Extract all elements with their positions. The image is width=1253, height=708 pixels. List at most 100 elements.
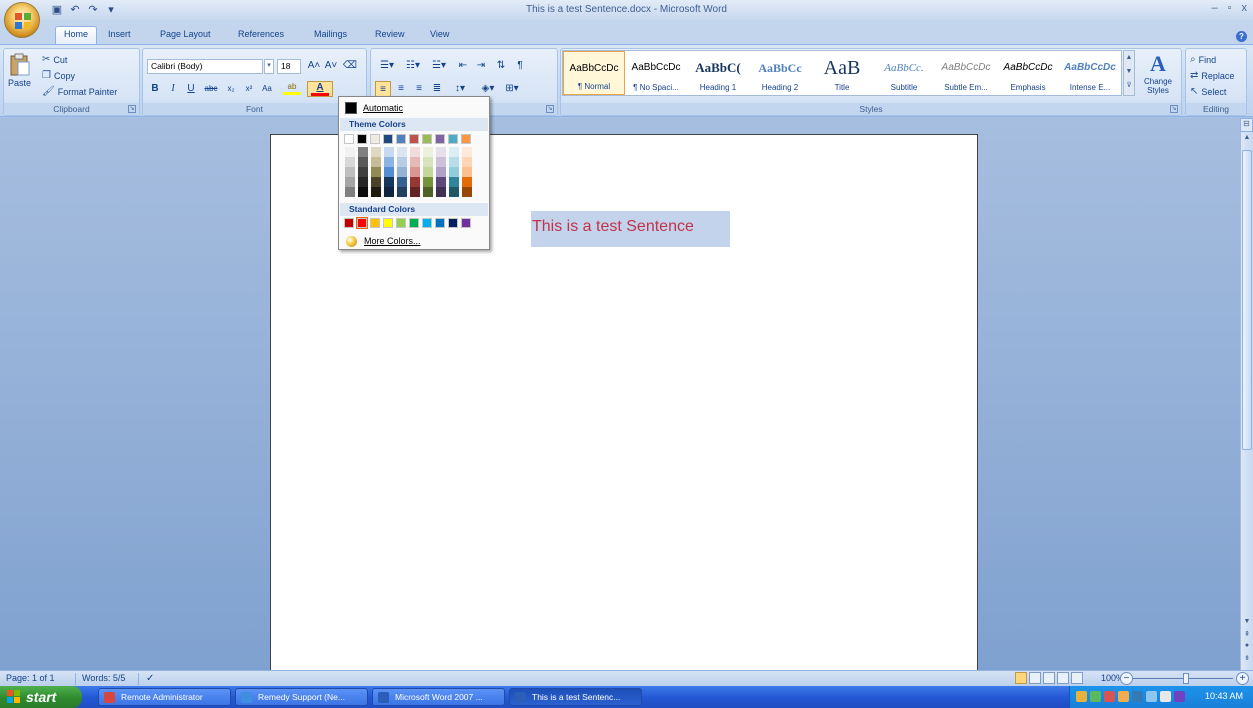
color-swatch[interactable]	[462, 147, 472, 157]
zoom-in-icon[interactable]: +	[1236, 672, 1249, 685]
color-swatch[interactable]	[396, 134, 406, 144]
bold-icon[interactable]: B	[147, 81, 163, 97]
shading-icon[interactable]: ◈▾	[477, 81, 499, 97]
styles-gallery-scroll[interactable]: ▲ ▼ ⊽	[1123, 50, 1135, 96]
task-microsoft-word[interactable]: Microsoft Word 2007 ...	[372, 688, 505, 706]
style-heading-2[interactable]: AaBbCc Heading 2	[749, 51, 811, 95]
color-swatch[interactable]	[345, 187, 355, 197]
color-swatch[interactable]	[436, 157, 446, 167]
color-swatch[interactable]	[462, 177, 472, 187]
color-swatch[interactable]	[449, 167, 459, 177]
tab-page-layout[interactable]: Page Layout	[152, 27, 219, 45]
color-swatch[interactable]	[397, 177, 407, 187]
start-button[interactable]: start	[0, 686, 82, 708]
align-right-icon[interactable]: ≡	[411, 81, 427, 97]
strikethrough-icon[interactable]: abc	[203, 81, 219, 97]
style-intense-emphasis[interactable]: AaBbCcDc Intense E...	[1059, 51, 1121, 95]
select-button[interactable]: ↖ Select	[1190, 87, 1226, 98]
increase-indent-icon[interactable]: ⇥	[473, 58, 489, 74]
color-swatch[interactable]	[345, 147, 355, 157]
color-swatch[interactable]	[409, 218, 419, 228]
office-button[interactable]	[4, 2, 40, 38]
style-subtle-emphasis[interactable]: AaBbCcDc Subtle Em...	[935, 51, 997, 95]
color-swatch[interactable]	[409, 134, 419, 144]
color-swatch[interactable]	[383, 218, 393, 228]
color-swatch[interactable]	[448, 218, 458, 228]
color-swatch[interactable]	[423, 147, 433, 157]
close-button[interactable]: x	[1242, 2, 1248, 14]
font-size-box[interactable]: 18	[277, 59, 301, 74]
automatic-color-item[interactable]: Automatic	[341, 99, 487, 116]
proofing-icon[interactable]: ✓	[146, 673, 154, 684]
gallery-up-icon[interactable]: ▲	[1124, 51, 1134, 65]
multilevel-list-icon[interactable]: ☱▾	[427, 58, 451, 74]
line-spacing-icon[interactable]: ↕▾	[449, 81, 471, 97]
color-swatch[interactable]	[436, 147, 446, 157]
color-swatch[interactable]	[344, 134, 354, 144]
font-name-dropdown-icon[interactable]: ▾	[264, 59, 274, 74]
task-test-document[interactable]: This is a test Sentenc...	[509, 688, 642, 706]
color-swatch[interactable]	[436, 167, 446, 177]
color-swatch[interactable]	[410, 177, 420, 187]
show-marks-icon[interactable]: ¶	[512, 58, 528, 74]
color-swatch[interactable]	[410, 157, 420, 167]
color-swatch[interactable]	[436, 177, 446, 187]
outline-icon[interactable]	[1057, 672, 1069, 684]
color-swatch[interactable]	[423, 177, 433, 187]
numbering-icon[interactable]: ☷▾	[401, 58, 425, 74]
scroll-up-icon[interactable]: ▲	[1241, 134, 1253, 145]
color-swatch[interactable]	[356, 217, 368, 229]
shrink-font-icon[interactable]: A˅	[323, 58, 339, 74]
color-swatch[interactable]	[422, 134, 432, 144]
color-swatch[interactable]	[357, 134, 367, 144]
previous-page-icon[interactable]: ⇞	[1241, 630, 1253, 641]
font-color-icon[interactable]: A	[307, 81, 333, 97]
color-swatch[interactable]	[410, 167, 420, 177]
color-swatch[interactable]	[345, 177, 355, 187]
next-page-icon[interactable]: ⇟	[1241, 654, 1253, 665]
color-swatch[interactable]	[435, 134, 445, 144]
tray-network-icon[interactable]	[1090, 691, 1101, 702]
paste-button[interactable]: Paste	[8, 53, 31, 88]
color-swatch[interactable]	[384, 187, 394, 197]
font-name-box[interactable]: Calibri (Body)	[147, 59, 263, 74]
zoom-out-icon[interactable]: −	[1120, 672, 1133, 685]
style-no-spacing[interactable]: AaBbCcDc ¶ No Spaci...	[625, 51, 687, 95]
gallery-down-icon[interactable]: ▼	[1124, 65, 1134, 79]
color-swatch[interactable]	[384, 157, 394, 167]
more-colors-item[interactable]: More Colors...	[341, 233, 487, 249]
color-swatch[interactable]	[384, 167, 394, 177]
color-swatch[interactable]	[371, 157, 381, 167]
style-emphasis[interactable]: AaBbCcDc Emphasis	[997, 51, 1059, 95]
color-swatch[interactable]	[384, 177, 394, 187]
style-heading-1[interactable]: AaBbC( Heading 1	[687, 51, 749, 95]
color-swatch[interactable]	[371, 167, 381, 177]
color-swatch[interactable]	[461, 218, 471, 228]
color-swatch[interactable]	[370, 218, 380, 228]
color-swatch[interactable]	[371, 177, 381, 187]
color-swatch[interactable]	[345, 157, 355, 167]
color-swatch[interactable]	[449, 147, 459, 157]
view-ruler-icon[interactable]: ⊟	[1240, 118, 1253, 132]
tray-volume-icon[interactable]	[1118, 691, 1129, 702]
color-swatch[interactable]	[371, 187, 381, 197]
style-title[interactable]: AaB Title	[811, 51, 873, 95]
task-remote-administrator[interactable]: Remote Administrator	[98, 688, 231, 706]
color-swatch[interactable]	[449, 187, 459, 197]
color-swatch[interactable]	[462, 187, 472, 197]
style-normal[interactable]: AaBbCcDc ¶ Normal	[563, 51, 625, 95]
tab-home[interactable]: Home	[55, 26, 98, 45]
full-screen-reading-icon[interactable]	[1029, 672, 1041, 684]
word-count[interactable]: Words: 5/5	[82, 673, 125, 683]
tray-update-icon[interactable]	[1146, 691, 1157, 702]
color-swatch[interactable]	[410, 187, 420, 197]
clipboard-launcher-icon[interactable]: ↘	[128, 105, 136, 113]
style-subtitle[interactable]: AaBbCc. Subtitle	[873, 51, 935, 95]
color-swatch[interactable]	[358, 167, 368, 177]
print-layout-icon[interactable]	[1015, 672, 1027, 684]
color-swatch[interactable]	[436, 187, 446, 197]
color-swatch[interactable]	[345, 167, 355, 177]
bullets-icon[interactable]: ☰▾	[375, 58, 399, 74]
color-swatch[interactable]	[396, 218, 406, 228]
color-swatch[interactable]	[423, 157, 433, 167]
